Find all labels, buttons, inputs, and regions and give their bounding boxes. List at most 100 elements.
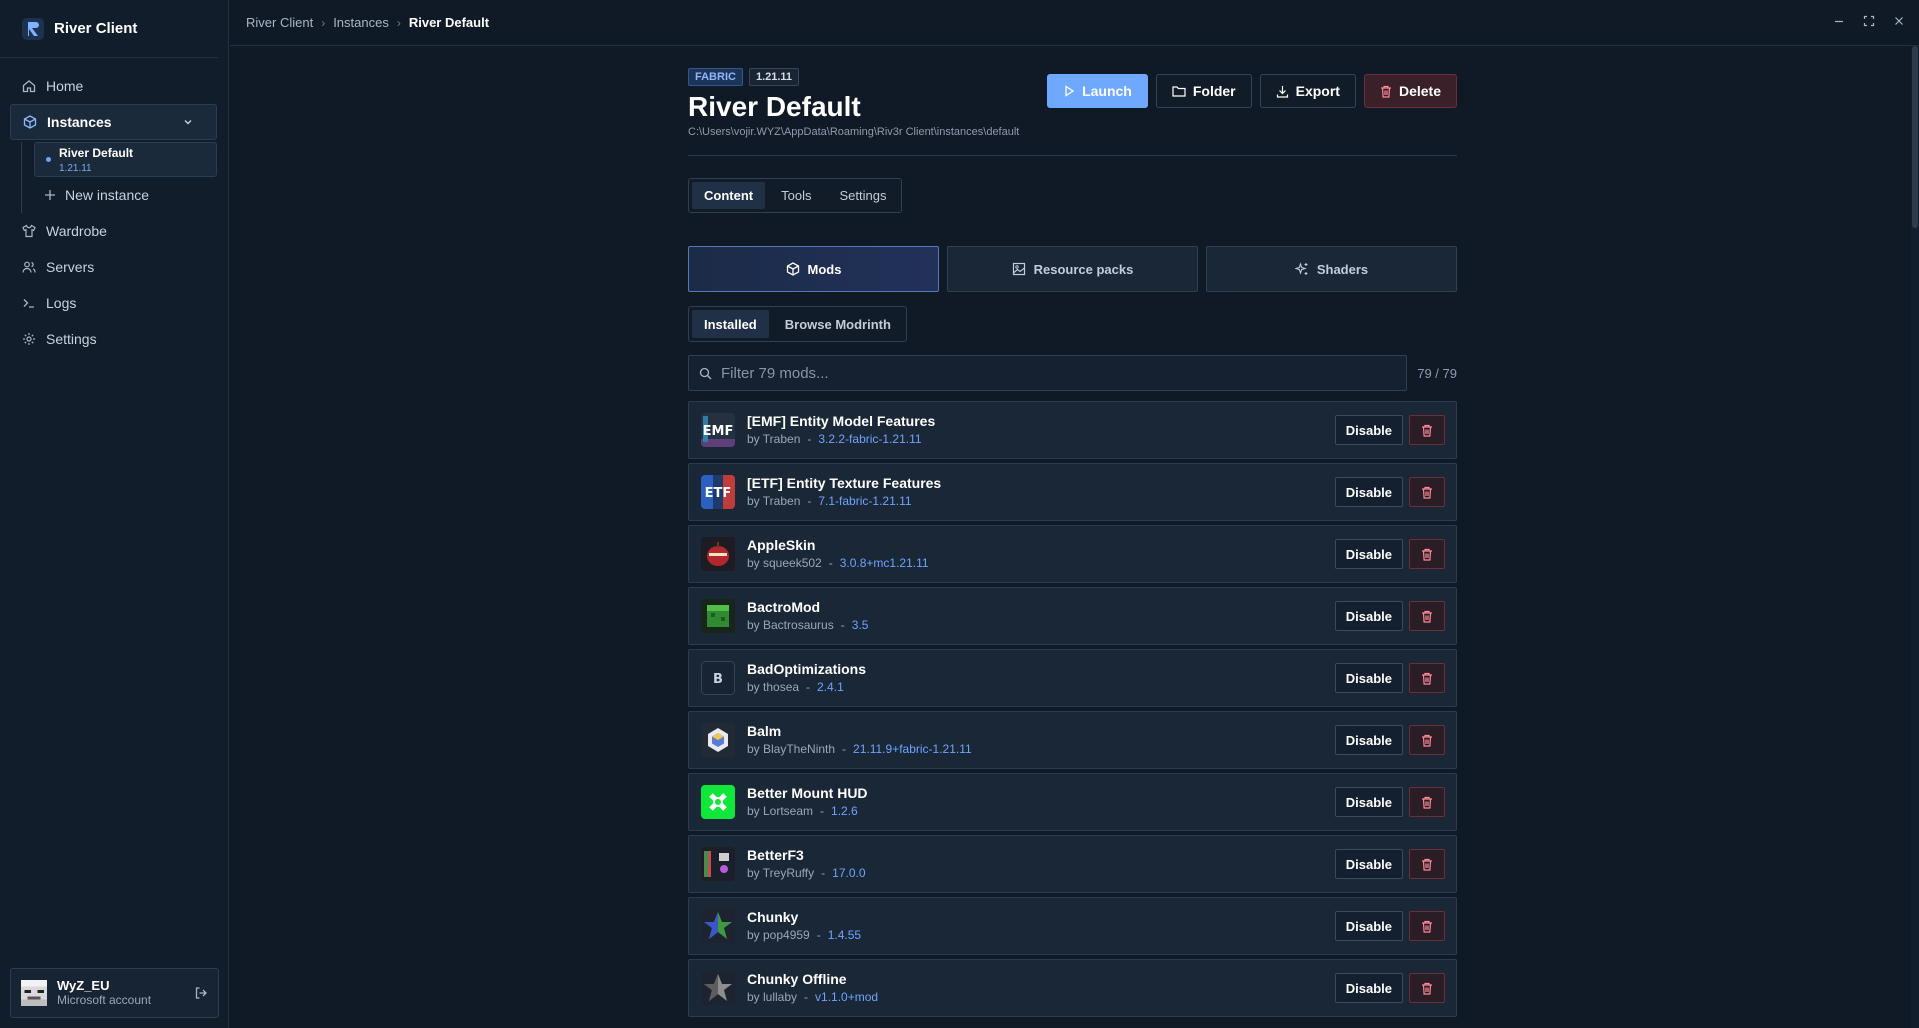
folder-icon bbox=[1172, 86, 1186, 97]
content-type-label: Resource packs bbox=[1033, 261, 1134, 277]
filter-input[interactable] bbox=[721, 364, 1406, 382]
sidebar-item-settings[interactable]: Settings bbox=[0, 321, 228, 357]
meta-separator: - bbox=[828, 556, 833, 570]
disable-button[interactable]: Disable bbox=[1334, 849, 1403, 879]
sidebar-item-wardrobe[interactable]: Wardrobe bbox=[0, 213, 228, 249]
meta-separator: - bbox=[807, 494, 812, 508]
active-dot-icon bbox=[46, 157, 51, 162]
instance-path: C:\Users\vojir.WYZ\AppData\Roaming\Riv3r… bbox=[688, 126, 1020, 138]
gear-icon bbox=[23, 333, 35, 345]
meta-separator: - bbox=[816, 928, 821, 942]
tab-content[interactable]: Content bbox=[692, 182, 766, 209]
breadcrumb-root[interactable]: River Client bbox=[246, 15, 313, 30]
mod-row: AppleSkin by squeek502-3.0.8+mc1.21.11 D… bbox=[688, 525, 1457, 583]
disable-button[interactable]: Disable bbox=[1334, 911, 1403, 941]
mod-name: AppleSkin bbox=[747, 537, 816, 553]
mod-actions: Disable bbox=[1334, 787, 1445, 817]
sidebar-item-label: Instances bbox=[47, 114, 112, 130]
account-name: WyZ_EU bbox=[57, 978, 110, 993]
cube-icon bbox=[23, 115, 37, 129]
mod-version: 1.2.6 bbox=[831, 804, 858, 818]
mod-name: Better Mount HUD bbox=[747, 785, 868, 801]
disable-button[interactable]: Disable bbox=[1334, 787, 1403, 817]
content-type-resource-packs[interactable]: Resource packs bbox=[947, 246, 1198, 292]
mod-actions: Disable bbox=[1334, 539, 1445, 569]
filter-row: 79 / 79 bbox=[688, 355, 1457, 391]
account-card[interactable]: WyZ_EU Microsoft account bbox=[10, 968, 219, 1018]
subtab-installed[interactable]: Installed bbox=[692, 310, 769, 338]
content-type-selector: Mods Resource packs Shaders bbox=[688, 246, 1457, 292]
sidebar-item-home[interactable]: Home bbox=[0, 68, 228, 104]
folder-button[interactable]: Folder bbox=[1155, 74, 1252, 108]
maximize-icon[interactable] bbox=[1863, 15, 1875, 27]
disable-button[interactable]: Disable bbox=[1334, 539, 1403, 569]
scrollbar-thumb[interactable] bbox=[1912, 46, 1918, 228]
trash-icon bbox=[1422, 796, 1432, 809]
content-type-shaders[interactable]: Shaders bbox=[1206, 246, 1457, 292]
launch-button[interactable]: Launch bbox=[1047, 74, 1148, 108]
remove-mod-button[interactable] bbox=[1409, 973, 1445, 1003]
sidebar-item-logs[interactable]: Logs bbox=[0, 285, 228, 321]
chevron-down-icon[interactable] bbox=[182, 116, 194, 128]
loader-badge: FABRIC bbox=[688, 68, 743, 86]
new-instance-button[interactable]: New instance bbox=[34, 177, 228, 213]
svg-text:EMF: EMF bbox=[703, 424, 734, 439]
remove-mod-button[interactable] bbox=[1409, 725, 1445, 755]
svg-text:B: B bbox=[713, 672, 723, 687]
sidebar-item-label: Home bbox=[46, 78, 84, 94]
sidebar-item-instances[interactable]: Instances bbox=[10, 104, 217, 140]
mod-name: [EMF] Entity Model Features bbox=[747, 413, 936, 429]
disable-button[interactable]: Disable bbox=[1334, 725, 1403, 755]
remove-mod-button[interactable] bbox=[1409, 911, 1445, 941]
minimize-icon[interactable] bbox=[1833, 15, 1845, 27]
meta-separator: - bbox=[806, 680, 811, 694]
trash-icon bbox=[1422, 920, 1432, 933]
instance-content: FABRIC 1.21.11 River Default C:\Users\vo… bbox=[688, 46, 1457, 1021]
sidebar-item-servers[interactable]: Servers bbox=[0, 249, 228, 285]
sidebar-nav: Home Instances River Default 1.21.11 New… bbox=[0, 58, 228, 357]
sidebar-item-label: Servers bbox=[46, 259, 95, 275]
remove-mod-button[interactable] bbox=[1409, 415, 1445, 445]
river-logo-icon bbox=[22, 17, 44, 40]
mod-meta: by Bactrosaurus -3.5 bbox=[747, 617, 868, 633]
mod-version: 17.0.0 bbox=[832, 866, 866, 880]
mod-meta: by TreyRuffy -17.0.0 bbox=[747, 865, 866, 881]
tab-settings[interactable]: Settings bbox=[827, 182, 898, 209]
remove-mod-button[interactable] bbox=[1409, 477, 1445, 507]
remove-mod-button[interactable] bbox=[1409, 849, 1445, 879]
disable-button[interactable]: Disable bbox=[1334, 415, 1403, 445]
instance-actions: Launch Folder Export Delete bbox=[1047, 74, 1457, 108]
mod-icon bbox=[701, 723, 735, 757]
close-icon[interactable] bbox=[1893, 15, 1905, 27]
mod-actions: Disable bbox=[1334, 415, 1445, 445]
mod-icon: ETF bbox=[701, 475, 735, 509]
remove-mod-button[interactable] bbox=[1409, 787, 1445, 817]
users-icon bbox=[22, 261, 36, 273]
new-instance-label: New instance bbox=[65, 187, 150, 203]
scrollbar[interactable] bbox=[1911, 46, 1919, 1028]
export-button[interactable]: Export bbox=[1259, 74, 1356, 108]
logout-icon[interactable] bbox=[194, 986, 208, 1000]
trash-icon bbox=[1422, 858, 1432, 871]
tab-tools[interactable]: Tools bbox=[769, 182, 823, 209]
account-type: Microsoft account bbox=[57, 993, 152, 1007]
mod-version: 2.4.1 bbox=[817, 680, 844, 694]
disable-button[interactable]: Disable bbox=[1334, 663, 1403, 693]
remove-mod-button[interactable] bbox=[1409, 663, 1445, 693]
instance-item-river-default[interactable]: River Default 1.21.11 bbox=[34, 142, 217, 177]
disable-button[interactable]: Disable bbox=[1334, 601, 1403, 631]
remove-mod-button[interactable] bbox=[1409, 539, 1445, 569]
content-type-label: Shaders bbox=[1316, 261, 1369, 277]
meta-separator: - bbox=[807, 432, 812, 446]
subtab-browse-modrinth[interactable]: Browse Modrinth bbox=[773, 310, 903, 338]
breadcrumb-instances[interactable]: Instances bbox=[333, 15, 389, 30]
mod-icon bbox=[701, 785, 735, 819]
header-divider bbox=[688, 155, 1457, 156]
mod-meta: by lullaby - v1.1.0+mod bbox=[747, 989, 878, 1005]
disable-button[interactable]: Disable bbox=[1334, 973, 1403, 1003]
delete-button[interactable]: Delete bbox=[1363, 74, 1457, 108]
filter-box bbox=[688, 355, 1407, 391]
remove-mod-button[interactable] bbox=[1409, 601, 1445, 631]
disable-button[interactable]: Disable bbox=[1334, 477, 1403, 507]
content-type-mods[interactable]: Mods bbox=[688, 246, 939, 292]
